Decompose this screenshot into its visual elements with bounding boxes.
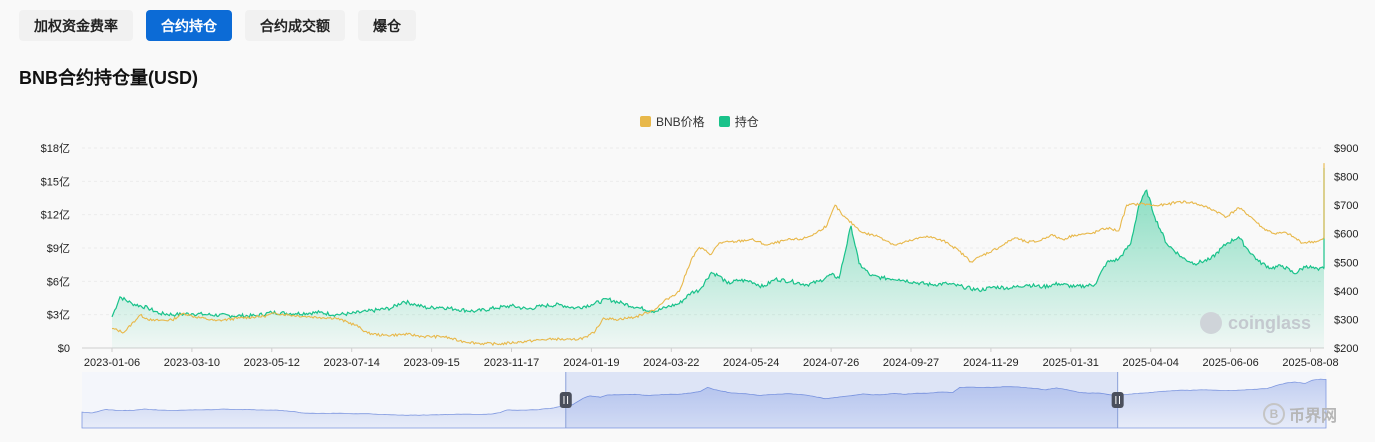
x-tick-label: 2025-01-31 [1043, 357, 1099, 369]
y-left-tick-label: $6亿 [47, 275, 70, 288]
x-axis: 2023-01-06 2023-03-10 2023-05-12 2023-07-14… [84, 348, 1339, 369]
y-left-tick-label: $9亿 [47, 242, 70, 255]
y-left-tick-label: $12亿 [41, 209, 70, 222]
x-tick-label: 2023-09-15 [403, 357, 459, 369]
y-right-tick-label: $400 [1334, 286, 1358, 298]
x-tick-label: 2023-03-10 [164, 357, 220, 369]
x-tick-label: 2024-05-24 [723, 357, 779, 369]
series-layer [111, 163, 1325, 348]
y-right-tick-label: $700 [1334, 200, 1358, 212]
y-right-tick-label: $200 [1334, 343, 1358, 355]
y-right-tick-label: $500 [1334, 257, 1358, 269]
x-tick-label: 2024-09-27 [883, 357, 939, 369]
x-tick-label: 2023-05-12 [244, 357, 300, 369]
open-interest-chart: $0 $3亿 $6亿 $9亿 $12亿 $15亿 $18亿 $200 $300 $400 $500… [41, 142, 1358, 429]
y-axis-left: $0 $3亿 $6亿 $9亿 $12亿 $15亿 $18亿 [41, 142, 70, 355]
coinglass-logo-icon [1200, 312, 1222, 334]
x-tick-label: 2024-01-19 [563, 357, 619, 369]
x-tick-label: 2024-11-29 [963, 357, 1018, 369]
x-tick-label: 2023-07-14 [324, 357, 380, 369]
y-right-tick-label: $800 [1334, 172, 1358, 184]
y-right-tick-label: $300 [1334, 314, 1358, 326]
y-left-tick-label: $15亿 [41, 175, 70, 188]
y-right-tick-label: $600 [1334, 229, 1358, 241]
navigator-selection[interactable] [565, 372, 1118, 428]
x-tick-label: 2023-01-06 [84, 357, 140, 369]
y-right-tick-label: $900 [1334, 143, 1358, 155]
x-tick-label: 2023-11-17 [484, 357, 539, 369]
y-left-tick-label: $18亿 [41, 142, 70, 155]
corner-logo: B 币界网 [1263, 402, 1337, 426]
x-tick-label: 2024-03-22 [643, 357, 699, 369]
x-tick-label: 2025-08-08 [1282, 357, 1338, 369]
coinglass-watermark: coinglass [1200, 312, 1311, 334]
corner-logo-text: 币界网 [1289, 408, 1338, 425]
y-axis-right: $200 $300 $400 $500 $600 $700 $800 $900 [1334, 143, 1358, 355]
x-tick-label: 2024-07-26 [803, 357, 859, 369]
series-area-oi [112, 168, 1324, 348]
bijie-logo-icon: B [1263, 403, 1285, 425]
range-navigator [81, 372, 1327, 429]
watermark-text: coinglass [1228, 312, 1312, 333]
y-left-tick-label: $3亿 [47, 309, 70, 322]
x-tick-label: 2025-04-04 [1123, 357, 1179, 369]
y-left-tick-label: $0 [58, 343, 70, 355]
x-tick-label: 2025-06-06 [1202, 357, 1258, 369]
